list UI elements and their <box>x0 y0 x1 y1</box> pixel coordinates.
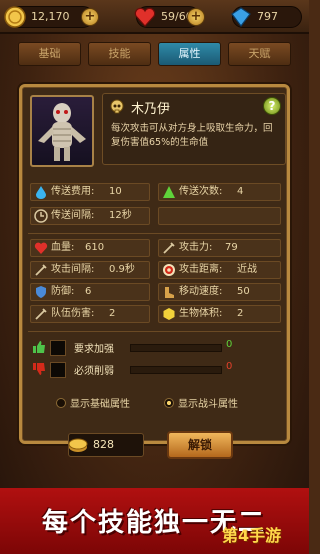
radio-dot-selected <box>164 398 174 408</box>
stat-attack: 攻击力: 79 <box>158 239 281 257</box>
stat-value: 12秒 <box>109 210 132 221</box>
radio-label: 显示基础属性 <box>70 399 130 410</box>
stat-value: 79 <box>225 242 238 253</box>
stat-value: 2 <box>237 308 244 319</box>
requirement-bar <box>130 366 222 374</box>
stat-hp: 血量: 610 <box>30 239 150 257</box>
requirement-label: 必须削弱 <box>74 366 114 377</box>
gems-value: 797 <box>257 10 278 23</box>
watermark-logo: 第4手游 <box>222 526 282 545</box>
stat-team-damage: 队伍伤害: 2 <box>30 305 150 323</box>
stat-value: 6 <box>85 286 92 297</box>
drop-icon <box>36 186 46 199</box>
monster-panel: 木乃伊 ? 每次攻击可从对方身上吸取生命力，回复伤害值65%的生命值 传送费用:… <box>19 84 290 444</box>
stat-value: 近战 <box>237 264 257 275</box>
triangle-icon <box>163 186 175 198</box>
requirement-bar <box>130 344 222 352</box>
add-hearts-button[interactable]: + <box>187 8 205 26</box>
stat-teleport-interval: 传送间隔: 12秒 <box>30 207 150 225</box>
requirement-buff: 要求加强 0 <box>30 339 236 357</box>
sword-icon <box>35 264 47 276</box>
gold-coin-icon <box>68 438 88 452</box>
stat-value: 0.9秒 <box>109 264 135 275</box>
shield-icon <box>36 286 46 298</box>
hearts-counter: 59/60 + <box>134 6 205 28</box>
stat-attack-range: 攻击距离: 近战 <box>158 261 281 279</box>
gold-coin-icon <box>4 6 26 28</box>
stat-value: 10 <box>109 186 122 197</box>
stat-value: 610 <box>85 242 105 253</box>
gems-counter: 797 <box>231 6 302 28</box>
radio-label: 显示战斗属性 <box>178 399 238 410</box>
gem-icon <box>231 7 251 27</box>
heart-icon <box>34 242 48 254</box>
boot-icon <box>165 287 174 298</box>
tab-basic[interactable]: 基础 <box>18 42 81 66</box>
requirement-checkbox[interactable] <box>50 362 66 378</box>
stat-empty <box>158 207 281 225</box>
hex-icon <box>163 308 175 320</box>
stat-value: 50 <box>237 286 250 297</box>
requirement-checkbox[interactable] <box>50 340 66 356</box>
skull-icon <box>110 99 124 114</box>
radio-battle-attributes[interactable]: 显示战斗属性 <box>164 395 238 410</box>
stat-value: 2 <box>109 308 116 319</box>
sword-icon <box>163 242 175 254</box>
requirement-value: 0 <box>226 361 233 372</box>
help-button[interactable]: ? <box>263 97 281 115</box>
stat-label: 队伍伤害: <box>51 308 95 319</box>
clock-icon <box>34 209 48 223</box>
stat-move-speed: 移动速度: 50 <box>158 283 281 301</box>
thumbs-up-icon <box>33 341 45 353</box>
monster-description: 每次攻击可从对方身上吸取生命力，回复伤害值65%的生命值 <box>111 123 273 148</box>
stat-label: 攻击距离: <box>179 264 223 275</box>
unlock-button[interactable]: 解锁 <box>167 431 233 459</box>
requirement-value: 0 <box>226 339 233 350</box>
gold-value: 12,170 <box>31 10 70 23</box>
add-gold-button[interactable]: + <box>81 8 99 26</box>
thumbs-down-icon <box>33 363 45 375</box>
monster-name: 木乃伊 <box>131 102 171 117</box>
stat-label: 血量: <box>51 242 75 253</box>
tab-skills[interactable]: 技能 <box>88 42 151 66</box>
sword-icon <box>35 308 47 320</box>
monster-tabs: 基础 技能 属性 天赋 <box>18 42 291 66</box>
stat-body-size: 生物体积: 2 <box>158 305 281 323</box>
divider <box>28 331 281 332</box>
stat-label: 防御: <box>51 286 75 297</box>
stat-attack-interval: 攻击间隔: 0.9秒 <box>30 261 150 279</box>
stat-label: 传送间隔: <box>51 210 95 221</box>
monster-info: 木乃伊 ? 每次攻击可从对方身上吸取生命力，回复伤害值65%的生命值 <box>102 93 286 165</box>
stat-label: 传送费用: <box>51 186 95 197</box>
gold-cost-value: 828 <box>93 438 114 451</box>
tab-talents[interactable]: 天赋 <box>228 42 291 66</box>
gold-cost: 828 <box>68 433 144 457</box>
stat-label: 传送次数: <box>179 186 223 197</box>
target-icon <box>163 264 175 276</box>
stat-label: 移动速度: <box>179 286 223 297</box>
stat-teleport-cost: 传送费用: 10 <box>30 183 150 201</box>
top-bar: 12,170 + 59/60 + 797 <box>0 0 309 34</box>
monster-portrait <box>30 95 94 167</box>
tab-attributes[interactable]: 属性 <box>158 42 221 66</box>
divider <box>28 233 281 234</box>
heart-icon <box>134 7 156 27</box>
stat-teleport-count: 传送次数: 4 <box>158 183 281 201</box>
requirement-nerf: 必须削弱 0 <box>30 361 236 379</box>
radio-dot <box>56 398 66 408</box>
stat-label: 生物体积: <box>179 308 223 319</box>
stat-label: 攻击间隔: <box>51 264 95 275</box>
gold-counter: 12,170 + <box>4 6 99 28</box>
requirement-label: 要求加强 <box>74 344 114 355</box>
mummy-icon <box>38 103 86 161</box>
radio-basic-attributes[interactable]: 显示基础属性 <box>56 395 130 410</box>
stat-label: 攻击力: <box>179 242 213 253</box>
stat-value: 4 <box>237 186 244 197</box>
stat-defense: 防御: 6 <box>30 283 150 301</box>
